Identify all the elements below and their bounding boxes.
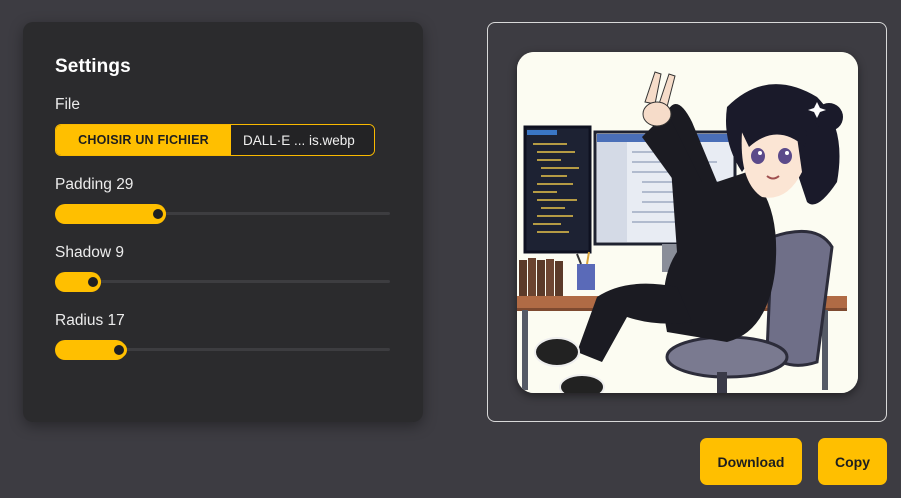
padding-slider-handle[interactable] [150, 206, 166, 222]
padding-label: Padding 29 [55, 176, 134, 193]
shadow-slider-handle[interactable] [85, 274, 101, 290]
radius-slider-handle[interactable] [111, 342, 127, 358]
copy-button[interactable]: Copy [818, 438, 887, 485]
settings-title: Settings [55, 56, 131, 77]
settings-panel: Settings File CHOISIR UN FICHIER DALL·E … [23, 22, 423, 422]
shadow-slider-track [55, 280, 390, 283]
padding-slider[interactable] [55, 204, 390, 224]
download-button[interactable]: Download [700, 438, 802, 485]
radius-label: Radius 17 [55, 312, 125, 329]
file-input[interactable]: CHOISIR UN FICHIER DALL·E ... is.webp [55, 124, 375, 156]
choose-file-button[interactable]: CHOISIR UN FICHIER [56, 125, 231, 155]
shadow-label: Shadow 9 [55, 244, 124, 261]
preview-frame [487, 22, 887, 422]
file-name: DALL·E ... is.webp [231, 125, 374, 155]
anime-girl-desk-image [517, 52, 858, 393]
file-label: File [55, 96, 80, 113]
shadow-slider[interactable] [55, 272, 390, 292]
preview-image [517, 52, 858, 393]
radius-slider[interactable] [55, 340, 390, 360]
